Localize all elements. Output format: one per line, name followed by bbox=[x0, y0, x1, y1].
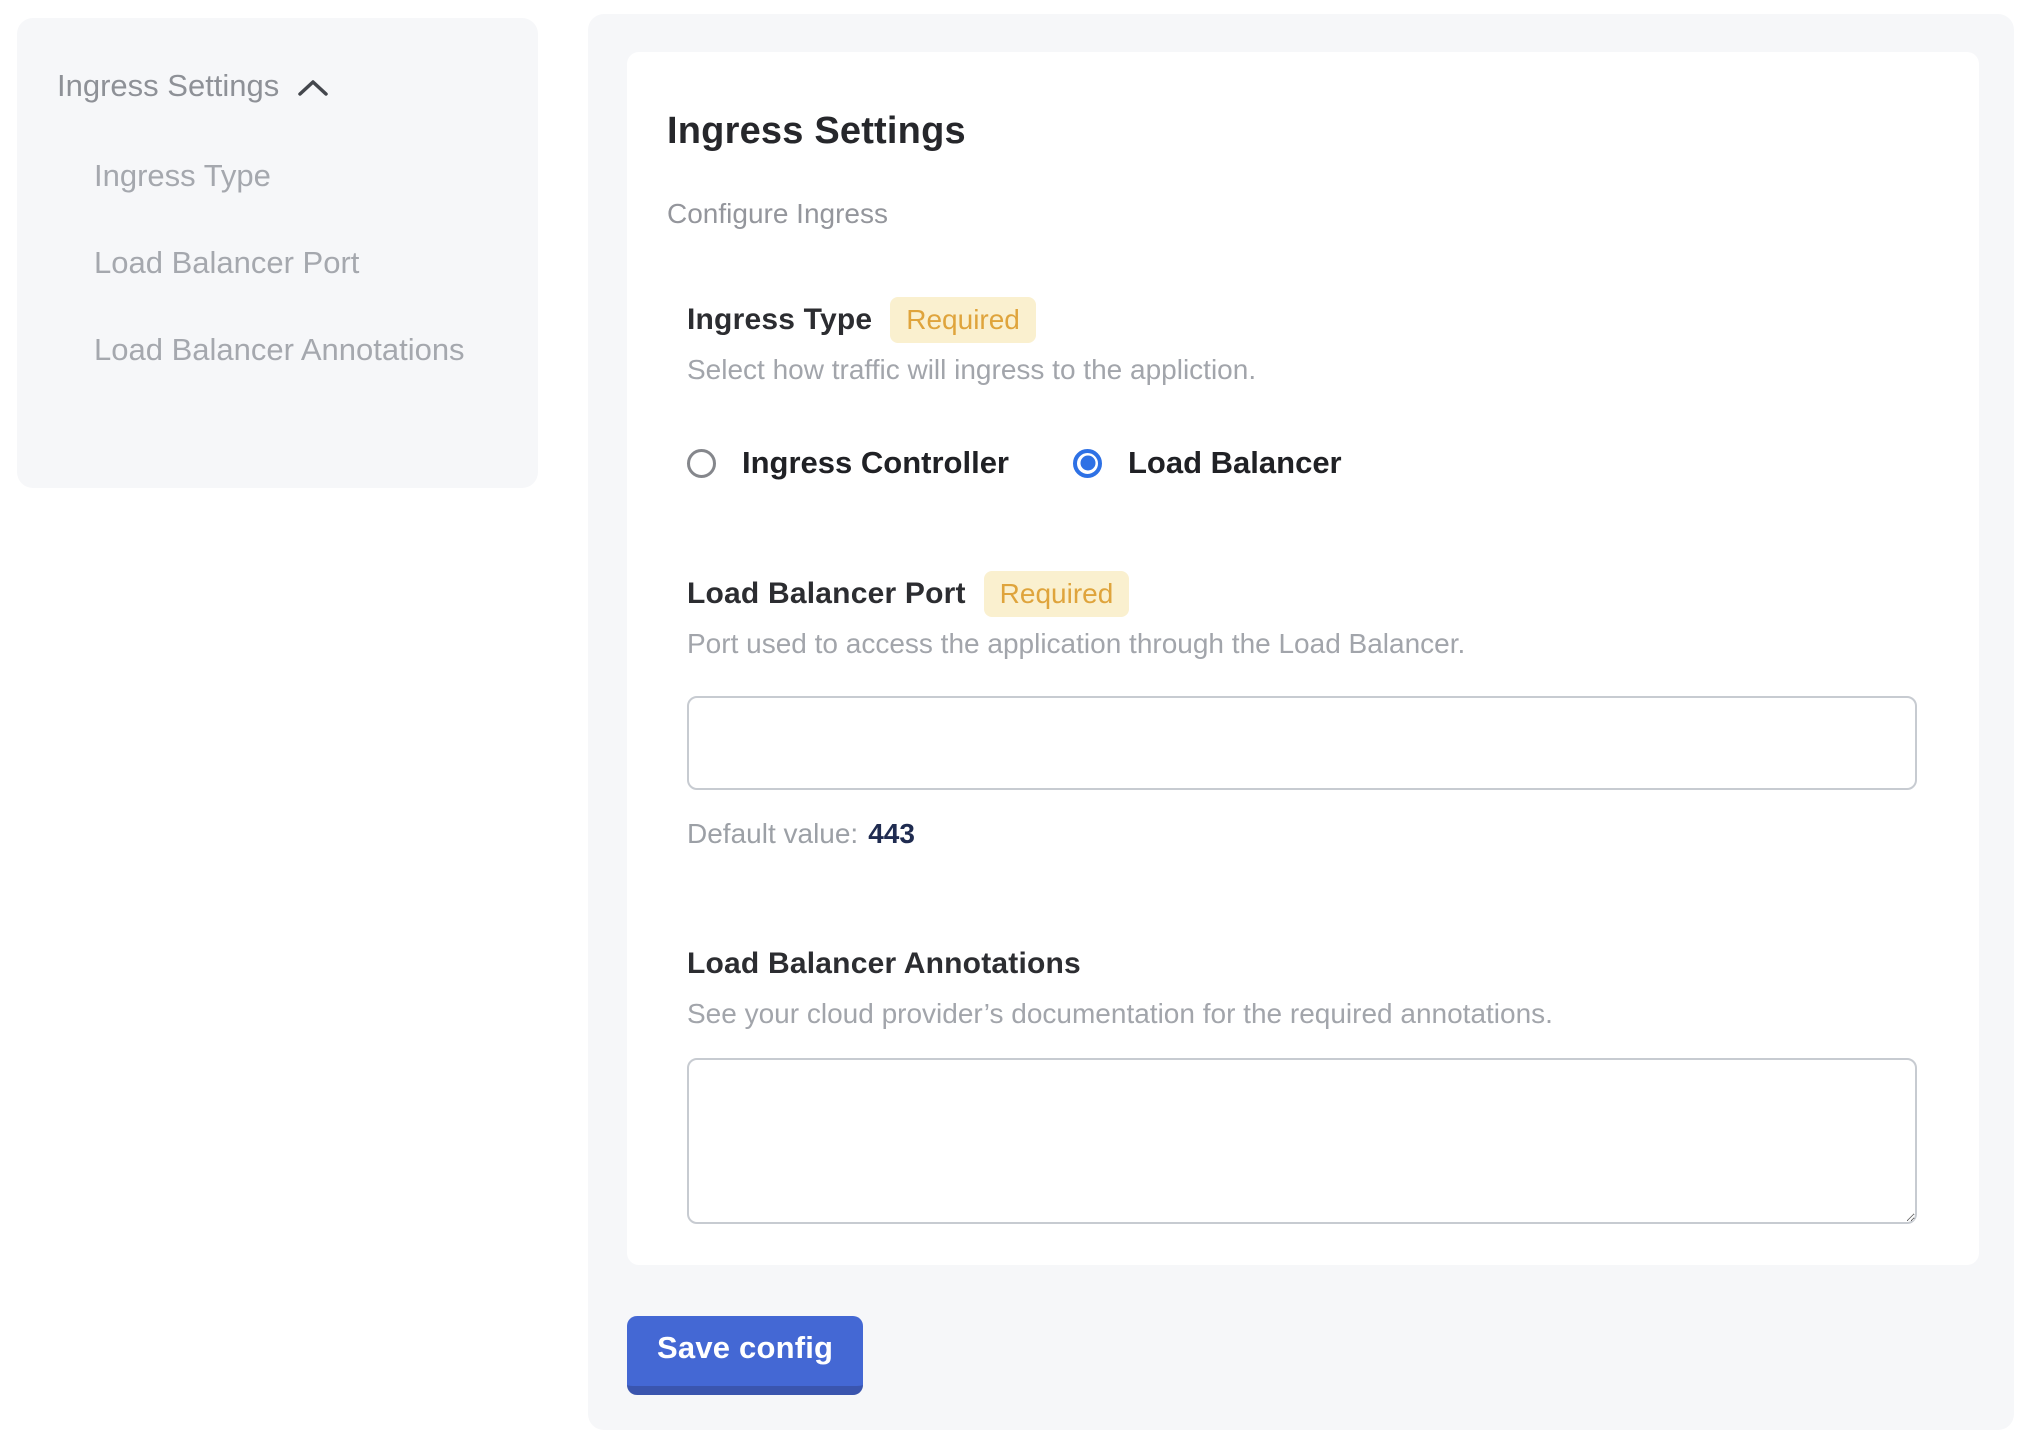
chevron-up-icon bbox=[297, 79, 329, 97]
required-badge: Required bbox=[984, 571, 1130, 617]
sidebar-item-load-balancer-annotations[interactable]: Load Balancer Annotations bbox=[94, 324, 502, 375]
form-sections: Ingress Type Required Select how traffic… bbox=[687, 296, 1917, 1224]
sidebar-section-label: Ingress Settings bbox=[57, 64, 279, 108]
ingress-type-label-row: Ingress Type Required bbox=[687, 296, 1917, 344]
radio-option-load-balancer[interactable]: Load Balancer bbox=[1073, 444, 1342, 482]
page-subtitle: Configure Ingress bbox=[667, 196, 1917, 232]
load-balancer-port-label-row: Load Balancer Port Required bbox=[687, 570, 1917, 618]
sidebar-item-load-balancer-port[interactable]: Load Balancer Port bbox=[94, 237, 502, 288]
load-balancer-annotations-label-row: Load Balancer Annotations bbox=[687, 940, 1917, 988]
load-balancer-port-help: Port used to access the application thro… bbox=[687, 626, 1917, 662]
default-value-line: Default value: 443 bbox=[687, 816, 1917, 852]
radio-option-ingress-controller[interactable]: Ingress Controller bbox=[687, 444, 1009, 482]
radio-label-load-balancer: Load Balancer bbox=[1128, 444, 1342, 482]
ingress-type-radio-row: Ingress Controller Load Balancer bbox=[687, 444, 1917, 482]
load-balancer-port-label: Load Balancer Port bbox=[687, 574, 966, 614]
ingress-settings-card: Ingress Settings Configure Ingress Ingre… bbox=[627, 52, 1979, 1265]
radio-button-unselected[interactable] bbox=[687, 449, 716, 478]
ingress-type-label: Ingress Type bbox=[687, 300, 872, 340]
sidebar-nav-list: Ingress Type Load Balancer Port Load Bal… bbox=[17, 150, 538, 375]
load-balancer-annotations-label: Load Balancer Annotations bbox=[687, 944, 1081, 984]
settings-nav-sidebar: Ingress Settings Ingress Type Load Balan… bbox=[17, 18, 538, 488]
default-value-label: Default value: bbox=[687, 818, 858, 849]
save-config-button[interactable]: Save config bbox=[627, 1316, 863, 1395]
radio-label-ingress-controller: Ingress Controller bbox=[742, 444, 1009, 482]
main-panel: Ingress Settings Configure Ingress Ingre… bbox=[588, 14, 2014, 1430]
required-badge: Required bbox=[890, 297, 1036, 343]
section-ingress-type: Ingress Type Required Select how traffic… bbox=[687, 296, 1917, 482]
ingress-type-help: Select how traffic will ingress to the a… bbox=[687, 352, 1917, 388]
load-balancer-annotations-help: See your cloud provider’s documentation … bbox=[687, 996, 1917, 1032]
sidebar-item-ingress-type[interactable]: Ingress Type bbox=[94, 150, 502, 201]
sidebar-section-toggle[interactable]: Ingress Settings bbox=[17, 18, 538, 108]
page-title: Ingress Settings bbox=[667, 108, 1917, 154]
load-balancer-port-input[interactable] bbox=[687, 696, 1917, 790]
section-load-balancer-port: Load Balancer Port Required Port used to… bbox=[687, 570, 1917, 852]
load-balancer-annotations-textarea[interactable] bbox=[687, 1058, 1917, 1224]
radio-button-selected[interactable] bbox=[1073, 449, 1102, 478]
section-load-balancer-annotations: Load Balancer Annotations See your cloud… bbox=[687, 940, 1917, 1224]
default-value-number: 443 bbox=[868, 818, 915, 849]
